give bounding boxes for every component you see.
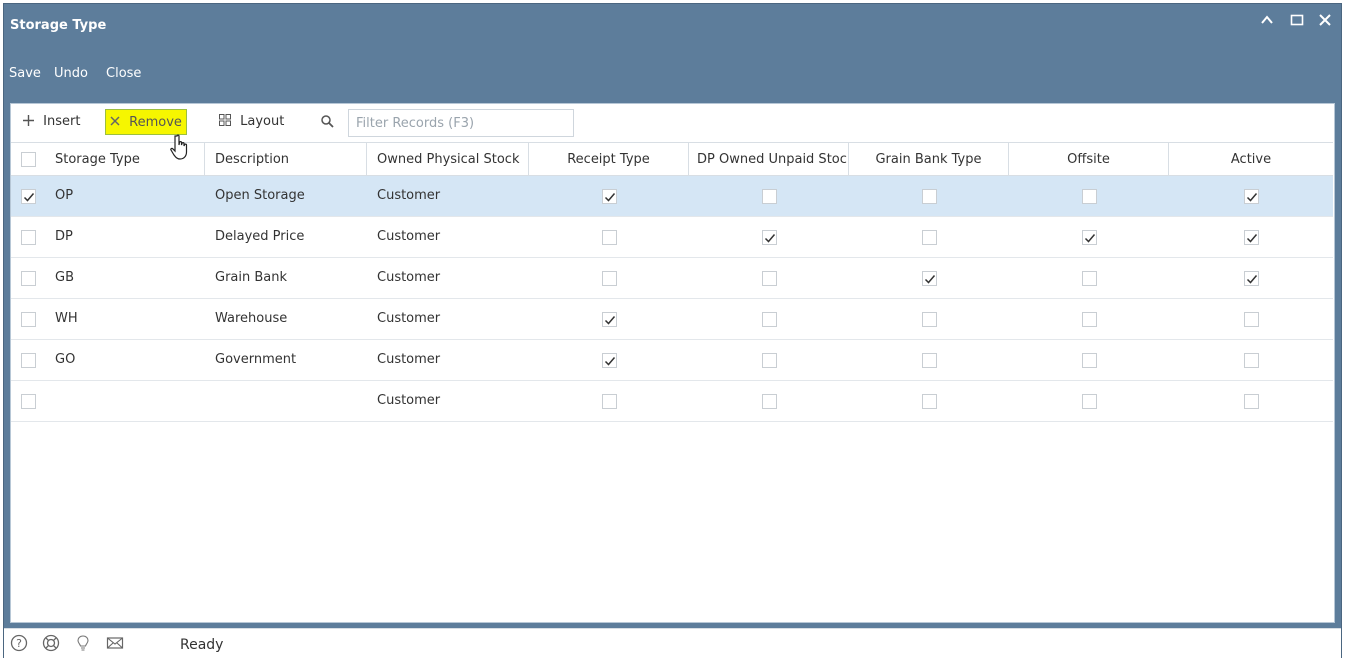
cell-owned-physical-stock[interactable]: Customer xyxy=(367,299,529,339)
x-icon xyxy=(110,115,124,130)
checkbox-offsite[interactable] xyxy=(1082,189,1097,204)
checkbox-receipt[interactable] xyxy=(602,353,617,368)
header-receipt-type[interactable]: Receipt Type xyxy=(529,143,689,176)
checkbox-receipt[interactable] xyxy=(602,189,617,204)
cell-storage-type[interactable] xyxy=(45,381,205,421)
header-offsite[interactable]: Offsite xyxy=(1009,143,1169,176)
cell-description[interactable]: Grain Bank xyxy=(205,258,367,298)
table-row[interactable]: GB Grain Bank Customer xyxy=(11,258,1333,299)
checkbox-offsite[interactable] xyxy=(1082,271,1097,286)
cell-storage-type[interactable]: OP xyxy=(45,176,205,216)
grid-toolbar: Insert Remove Layout xyxy=(11,104,1334,142)
layout-label: Layout xyxy=(240,114,285,129)
maximize-icon[interactable] xyxy=(1287,12,1307,32)
checkbox-grain[interactable] xyxy=(922,312,937,327)
close-icon[interactable] xyxy=(1315,12,1335,32)
cell-description[interactable]: Warehouse xyxy=(205,299,367,339)
table-row[interactable]: Customer xyxy=(11,381,1333,422)
svg-text:?: ? xyxy=(16,637,22,650)
remove-button[interactable]: Remove xyxy=(105,109,187,135)
checkbox-grain[interactable] xyxy=(922,230,937,245)
header-dp-owned-unpaid[interactable]: DP Owned Unpaid Stock xyxy=(689,143,849,176)
grid-header: Storage Type Description Owned Physical … xyxy=(11,142,1333,176)
cell-owned-physical-stock[interactable]: Customer xyxy=(367,176,529,216)
grid-panel: Insert Remove Layout Filter Records (F3)… xyxy=(10,103,1335,623)
header-grain-bank-type[interactable]: Grain Bank Type xyxy=(849,143,1009,176)
table-row[interactable]: GO Government Customer xyxy=(11,340,1333,381)
help-icon[interactable]: ? xyxy=(10,634,28,652)
checkbox-offsite[interactable] xyxy=(1082,312,1097,327)
status-text: Ready xyxy=(180,637,224,653)
status-bar: ? Ready xyxy=(4,628,1341,659)
header-owned-physical-stock[interactable]: Owned Physical Stock xyxy=(367,143,529,176)
cell-owned-physical-stock[interactable]: Customer xyxy=(367,258,529,298)
checkbox-active[interactable] xyxy=(1244,394,1259,409)
checkbox-offsite[interactable] xyxy=(1082,394,1097,409)
header-active[interactable]: Active xyxy=(1169,143,1333,176)
cell-description[interactable]: Open Storage xyxy=(205,176,367,216)
checkbox-dp[interactable] xyxy=(762,189,777,204)
row-select-checkbox[interactable] xyxy=(21,353,36,368)
cell-storage-type[interactable]: GB xyxy=(45,258,205,298)
search-icon xyxy=(321,115,334,132)
row-select-checkbox[interactable] xyxy=(21,312,36,327)
row-select-checkbox[interactable] xyxy=(21,271,36,286)
checkbox-grain[interactable] xyxy=(922,353,937,368)
save-button[interactable]: Save xyxy=(9,66,41,81)
checkbox-receipt[interactable] xyxy=(602,230,617,245)
cell-storage-type[interactable]: DP xyxy=(45,217,205,257)
lightbulb-icon[interactable] xyxy=(74,634,92,652)
cell-description[interactable]: Government xyxy=(205,340,367,380)
cell-owned-physical-stock[interactable]: Customer xyxy=(367,217,529,257)
checkbox-dp[interactable] xyxy=(762,312,777,327)
table-row[interactable]: DP Delayed Price Customer xyxy=(11,217,1333,258)
checkbox-offsite[interactable] xyxy=(1082,230,1097,245)
remove-label: Remove xyxy=(129,115,182,130)
checkbox-active[interactable] xyxy=(1244,230,1259,245)
grid-icon xyxy=(219,114,235,129)
cell-storage-type[interactable]: WH xyxy=(45,299,205,339)
checkbox-dp[interactable] xyxy=(762,230,777,245)
cell-description[interactable]: Delayed Price xyxy=(205,217,367,257)
header-description[interactable]: Description xyxy=(205,143,367,176)
row-select-checkbox[interactable] xyxy=(21,394,36,409)
cell-storage-type[interactable]: GO xyxy=(45,340,205,380)
collapse-icon[interactable] xyxy=(1257,12,1277,32)
checkbox-grain[interactable] xyxy=(922,271,937,286)
table-row[interactable]: WH Warehouse Customer xyxy=(11,299,1333,340)
storage-type-window: Storage Type Save Undo Close Insert Remo… xyxy=(3,3,1342,659)
cell-owned-physical-stock[interactable]: Customer xyxy=(367,381,529,421)
select-all-checkbox[interactable] xyxy=(21,152,36,167)
checkbox-receipt[interactable] xyxy=(602,312,617,327)
hand-cursor-icon xyxy=(170,134,188,160)
mail-icon[interactable] xyxy=(106,634,124,652)
checkbox-active[interactable] xyxy=(1244,312,1259,327)
row-select-checkbox[interactable] xyxy=(21,189,36,204)
layout-button[interactable]: Layout xyxy=(215,109,288,135)
filter-input[interactable] xyxy=(348,109,574,137)
plus-icon xyxy=(23,114,38,129)
row-select-checkbox[interactable] xyxy=(21,230,36,245)
checkbox-active[interactable] xyxy=(1244,353,1259,368)
checkbox-grain[interactable] xyxy=(922,189,937,204)
table-row[interactable]: OP Open Storage Customer xyxy=(11,176,1333,217)
checkbox-dp[interactable] xyxy=(762,271,777,286)
checkbox-offsite[interactable] xyxy=(1082,353,1097,368)
title-bar: Storage Type xyxy=(4,4,1341,46)
checkbox-dp[interactable] xyxy=(762,394,777,409)
checkbox-receipt[interactable] xyxy=(602,394,617,409)
lifebuoy-icon[interactable] xyxy=(42,634,60,652)
checkbox-receipt[interactable] xyxy=(602,271,617,286)
cell-owned-physical-stock[interactable]: Customer xyxy=(367,340,529,380)
insert-button[interactable]: Insert xyxy=(19,109,84,135)
undo-button[interactable]: Undo xyxy=(54,66,88,81)
checkbox-active[interactable] xyxy=(1244,271,1259,286)
checkbox-active[interactable] xyxy=(1244,189,1259,204)
checkbox-grain[interactable] xyxy=(922,394,937,409)
insert-label: Insert xyxy=(43,114,81,129)
close-button[interactable]: Close xyxy=(106,66,141,81)
checkbox-dp[interactable] xyxy=(762,353,777,368)
window-title: Storage Type xyxy=(10,18,107,33)
cell-description[interactable] xyxy=(205,381,367,421)
